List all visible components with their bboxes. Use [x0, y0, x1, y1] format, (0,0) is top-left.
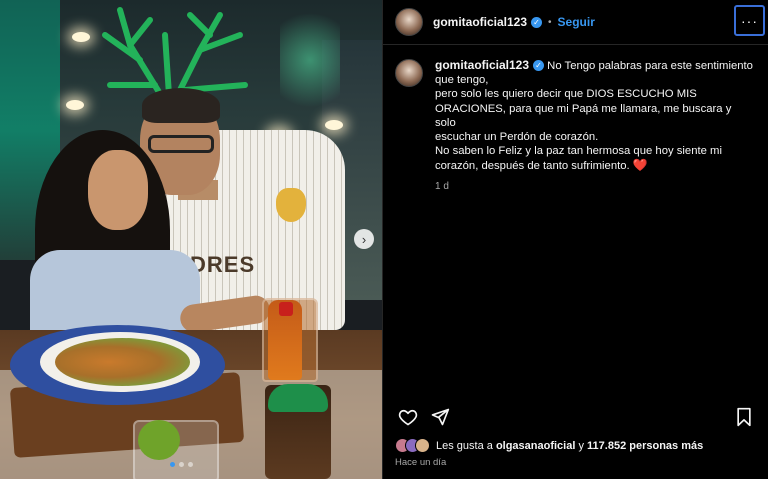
liker-avatar: [415, 438, 430, 453]
post-time-short[interactable]: 1 d: [435, 180, 755, 194]
carousel-dot[interactable]: [170, 462, 175, 467]
likes-count[interactable]: 117.852 personas más: [587, 440, 703, 452]
likes-user[interactable]: olgasanaoficial: [496, 440, 575, 452]
likes-summary[interactable]: Les gusta a olgasanaoficial y 117.852 pe…: [395, 438, 703, 453]
chevron-right-icon: ›: [361, 231, 367, 247]
carousel-dot[interactable]: [188, 462, 193, 467]
carousel-dot[interactable]: [179, 462, 184, 467]
bookmark-icon: [737, 407, 751, 427]
carousel-dots: [170, 462, 193, 467]
caption-line: pero solo les quiero decir que DIOS ESCU…: [435, 88, 697, 101]
photo-glow: [280, 0, 340, 120]
verified-icon: ✓: [531, 16, 543, 28]
header-username[interactable]: gomitaoficial123: [433, 15, 527, 29]
likes-text: Les gusta a olgasanaoficial y 117.852 pe…: [436, 439, 704, 452]
more-icon: ···: [741, 12, 758, 29]
caption-username[interactable]: gomitaoficial123: [435, 58, 529, 72]
follow-button[interactable]: Seguir: [558, 15, 595, 29]
spice-shaker-lid: [268, 384, 328, 412]
post-side-panel: gomitaoficial123 ✓ • Seguir ··· gomitaof…: [382, 0, 768, 479]
hot-sauce-cap: [279, 302, 293, 316]
caption-line: que tengo,: [435, 74, 489, 87]
post-photo[interactable]: DRES ›: [0, 0, 382, 479]
woman-face: [88, 150, 148, 230]
heart-emoji: ❤️: [632, 158, 648, 173]
like-button[interactable]: [395, 404, 421, 430]
glasses: [148, 135, 214, 153]
lime: [138, 420, 180, 460]
caption-body: gomitaoficial123 ✓ No Tengo palabras para…: [435, 58, 755, 194]
share-button[interactable]: [427, 404, 453, 430]
jersey-logo: [276, 188, 306, 222]
next-photo-button[interactable]: ›: [354, 229, 374, 249]
man-hair: [142, 88, 220, 123]
post-header: gomitaoficial123 ✓ • Seguir: [383, 0, 768, 45]
caption-line: ORACIONES, para que mi Papá me llamara, …: [435, 102, 732, 129]
caption-line: escuchar un Perdón de corazón.: [435, 131, 599, 144]
food: [55, 338, 190, 386]
separator-dot: •: [548, 16, 552, 28]
caption: gomitaoficial123 ✓ No Tengo palabras para…: [383, 45, 768, 194]
save-button[interactable]: [731, 404, 757, 430]
ceiling-light: [325, 120, 343, 130]
action-bar: [395, 404, 757, 430]
caption-line: corazón, después de tanto sufrimiento.: [435, 160, 630, 173]
share-icon: [431, 408, 450, 426]
caption-line: No Tengo palabras para este sentimiento: [547, 60, 753, 72]
post-time-long: Hace un día: [395, 457, 447, 468]
heart-icon: [398, 409, 418, 426]
verified-icon: ✓: [533, 60, 545, 71]
avatar[interactable]: [395, 8, 423, 36]
jersey-text: DRES: [190, 252, 256, 277]
caption-line: No saben lo Feliz y la paz tan hermosa q…: [435, 145, 722, 158]
more-options-button[interactable]: ···: [734, 5, 765, 36]
caption-avatar[interactable]: [395, 59, 423, 87]
post-modal: DRES › gomitaoficial123 ✓ • Seguir ··· g…: [0, 0, 768, 479]
